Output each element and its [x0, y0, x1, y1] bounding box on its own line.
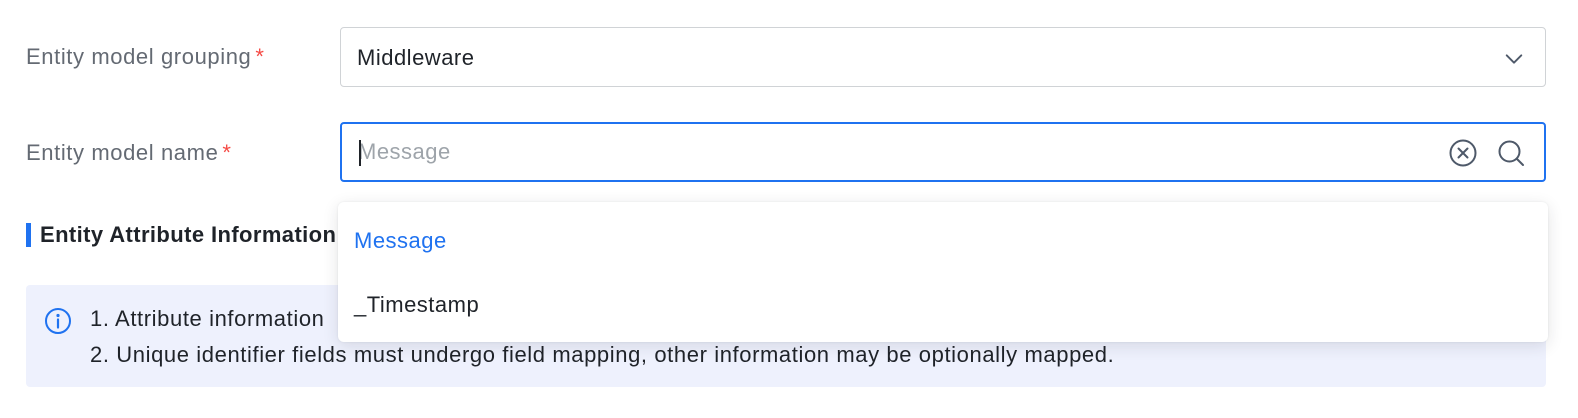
required-mark: *	[255, 44, 265, 69]
grouping-select[interactable]: Middleware	[340, 27, 1546, 87]
text-caret	[359, 140, 361, 166]
name-label-text: Entity model name	[26, 140, 219, 165]
chevron-down-icon[interactable]	[1503, 48, 1525, 70]
info-line-2: 2. Unique identifier fields must undergo…	[90, 342, 1115, 367]
info-circle-icon	[45, 308, 71, 334]
option-message[interactable]: Message	[338, 214, 1548, 268]
option-timestamp[interactable]: _Timestamp	[338, 278, 1548, 332]
required-mark: *	[222, 140, 232, 165]
section-title: Entity Attribute Information	[26, 222, 336, 248]
search-icon[interactable]	[1496, 138, 1526, 168]
grouping-select-value: Middleware	[357, 45, 475, 70]
entity-model-form: Entity model grouping * Middleware Entity…	[0, 0, 1578, 418]
name-search-input[interactable]	[358, 124, 1438, 180]
name-label: Entity model name *	[26, 140, 232, 166]
grouping-label-text: Entity model grouping	[26, 44, 252, 69]
grouping-label: Entity model grouping *	[26, 44, 265, 70]
name-options-dropdown: Message _Timestamp	[338, 202, 1548, 342]
name-combobox[interactable]	[340, 122, 1546, 182]
info-line-1: 1. Attribute information	[90, 306, 325, 331]
clear-circle-icon[interactable]	[1448, 138, 1478, 168]
